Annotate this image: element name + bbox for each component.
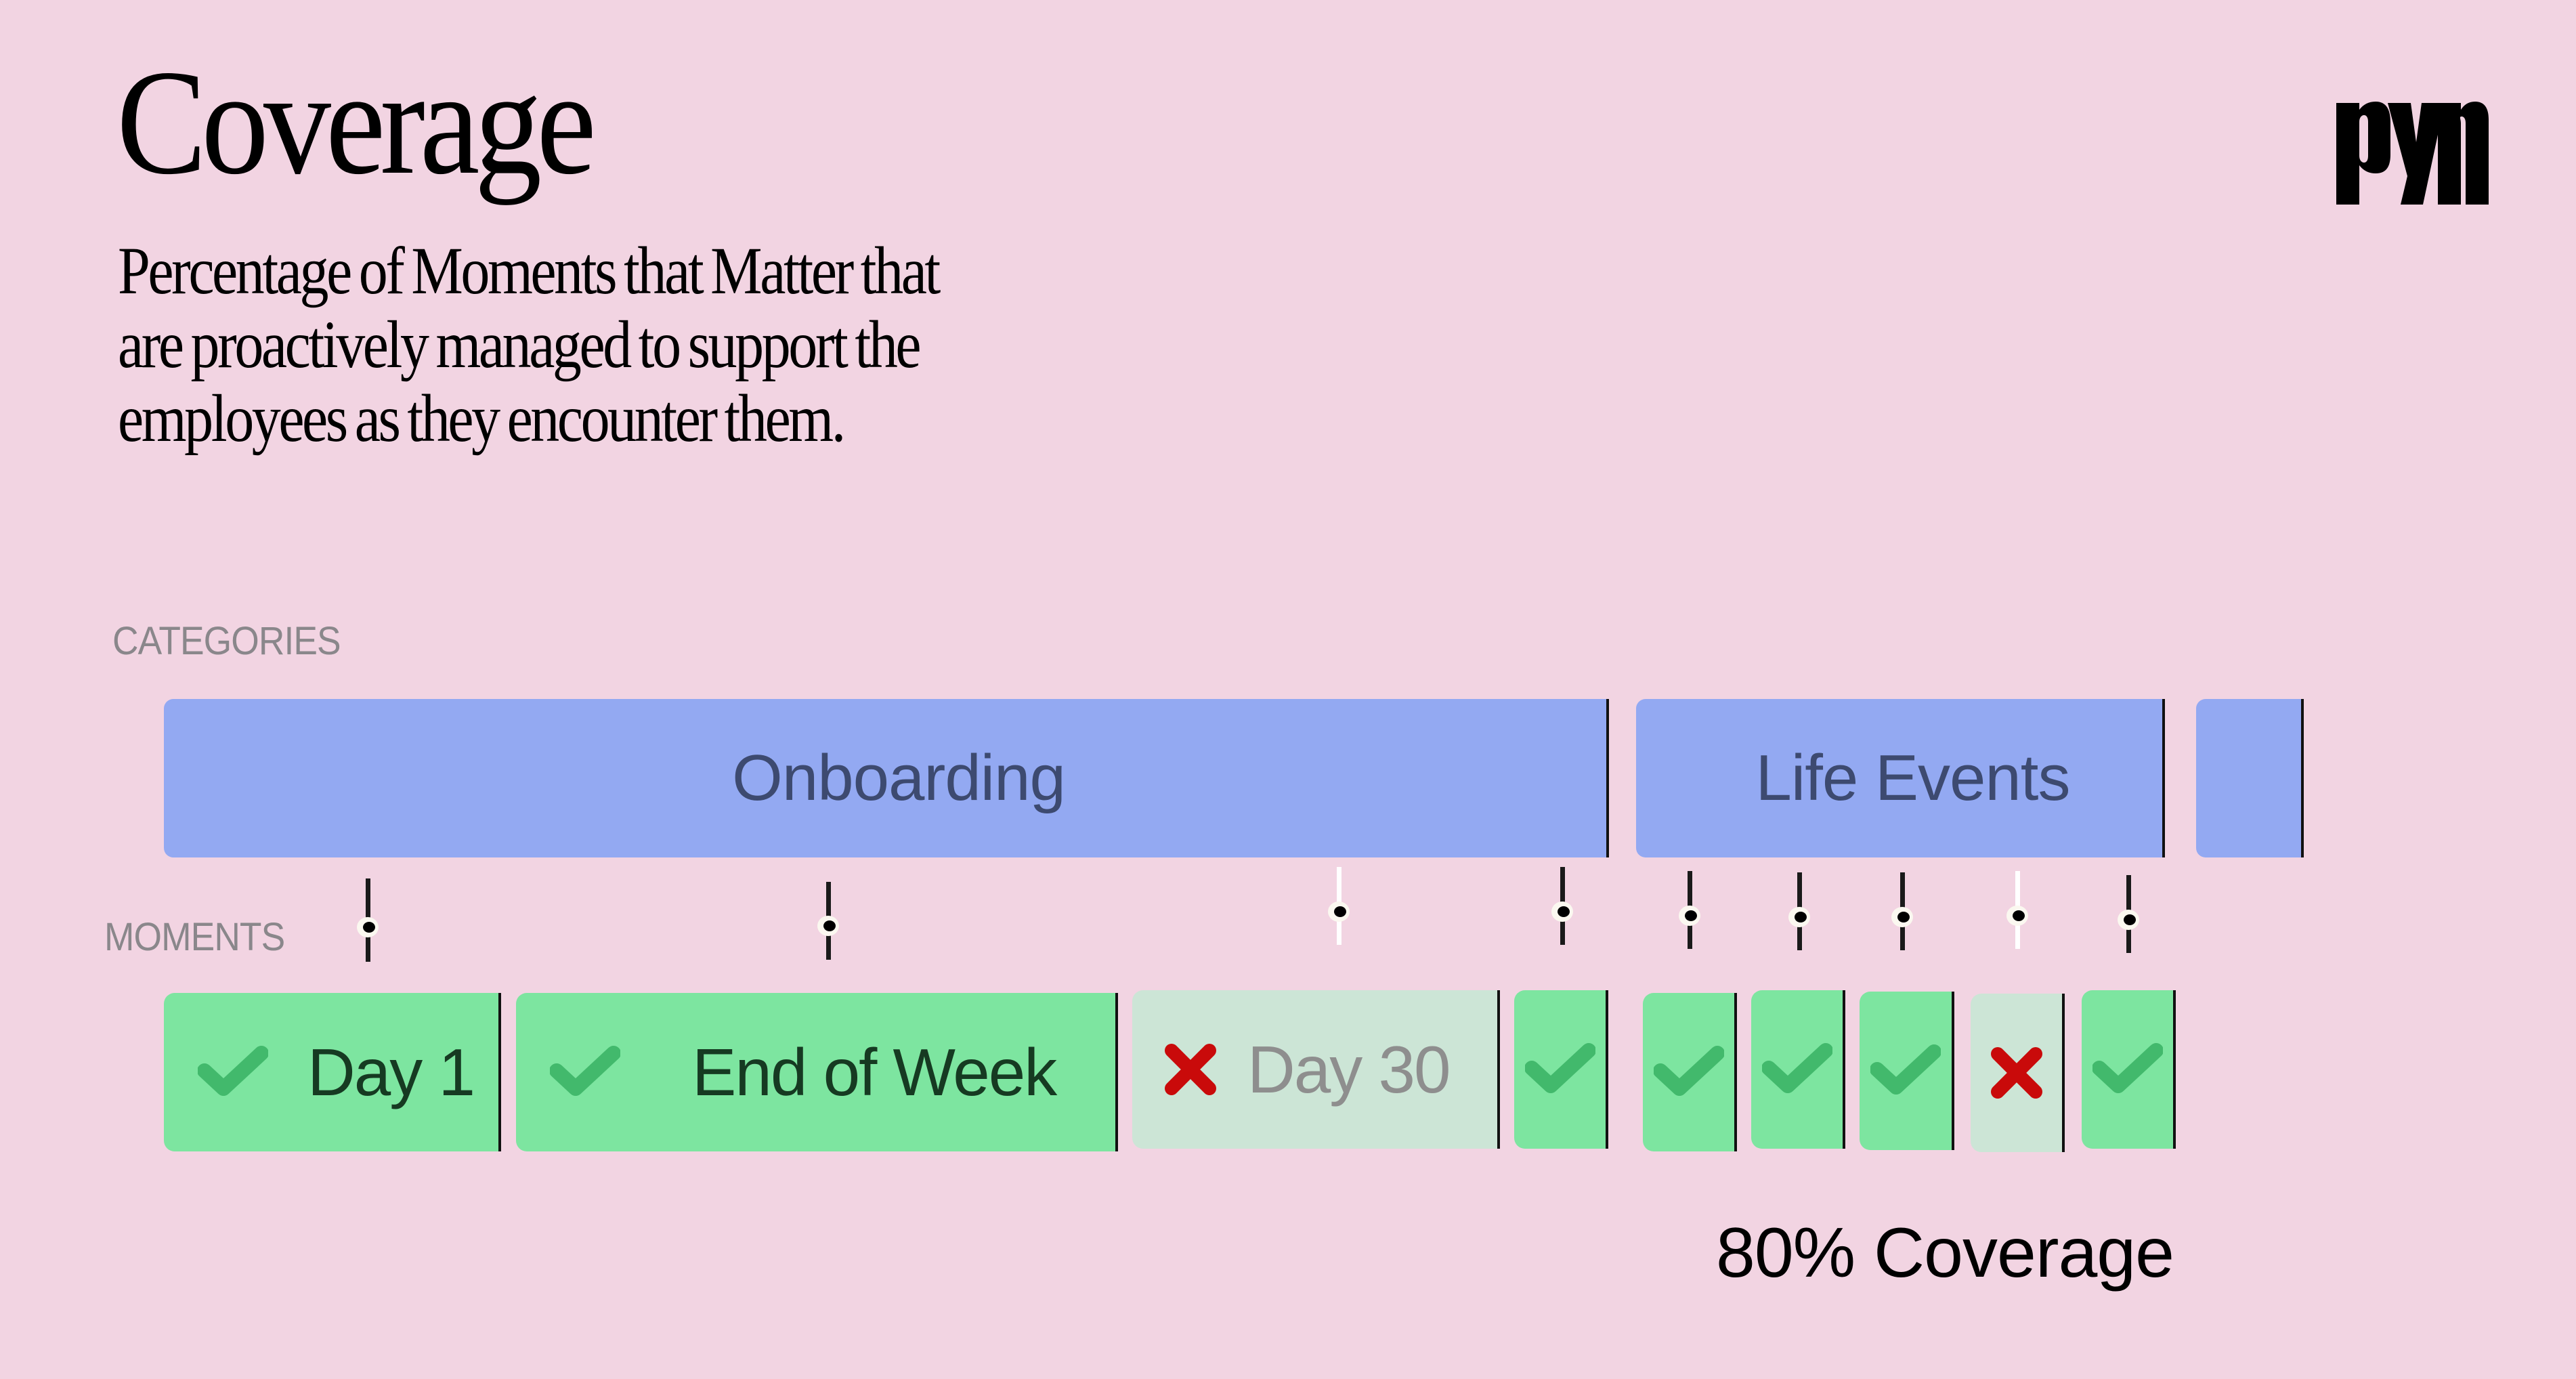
check-icon xyxy=(550,1046,620,1096)
category-bar-unlabeled xyxy=(2196,699,2304,857)
moment-card-missed xyxy=(1971,994,2065,1152)
marker-dot xyxy=(1795,912,1807,922)
moment-card xyxy=(2082,990,2176,1149)
moment-marker xyxy=(1550,867,1574,945)
moment-marker xyxy=(2116,875,2141,953)
description-line: employees as they encounter them. xyxy=(118,381,846,456)
marker-dot xyxy=(2124,914,2136,925)
check-icon xyxy=(2092,1043,2163,1093)
moment-marker xyxy=(1787,872,1811,950)
category-label: Life Events xyxy=(1755,742,2071,814)
coverage-summary: 80% Coverage xyxy=(1716,1214,2174,1292)
marker-dot xyxy=(2013,910,2025,921)
description-line: Percentage of Moments that Matter that xyxy=(118,233,941,308)
page-title: Coverage xyxy=(116,39,597,206)
x-icon xyxy=(1165,1044,1216,1095)
check-icon xyxy=(1524,1043,1595,1093)
moment-card xyxy=(1860,992,1954,1150)
moment-card xyxy=(1643,993,1737,1151)
moment-card xyxy=(1514,990,1608,1149)
marker-dot xyxy=(1334,906,1346,917)
moment-marker xyxy=(356,878,380,962)
moment-label: Day 30 xyxy=(1247,1032,1451,1107)
moment-card xyxy=(1751,990,1845,1149)
moment-label: Day 1 xyxy=(307,1035,475,1109)
moment-card-end-of-week: End of Week xyxy=(516,993,1118,1151)
description-line: are proactively managed to support the xyxy=(118,307,922,382)
moment-marker-missed xyxy=(2005,871,2030,949)
check-icon xyxy=(198,1046,268,1096)
check-icon xyxy=(1653,1046,1724,1096)
category-bar-life-events: Life Events xyxy=(1636,699,2165,857)
marker-dot xyxy=(363,922,375,933)
category-label: Onboarding xyxy=(732,742,1066,814)
check-icon xyxy=(1761,1043,1832,1093)
moment-marker xyxy=(1890,872,1914,950)
marker-dot xyxy=(1685,910,1697,921)
moments-label: MOMENTS xyxy=(104,915,285,959)
check-icon xyxy=(1870,1044,1941,1095)
marker-dot xyxy=(1897,912,1910,922)
moment-card-day-30: Day 30 xyxy=(1132,990,1500,1149)
moment-marker xyxy=(1677,871,1702,949)
categories-label: CATEGORIES xyxy=(112,619,341,663)
moment-card-day-1: Day 1 xyxy=(164,993,501,1151)
page-description: Percentage of Moments that Matter that a… xyxy=(118,233,941,456)
marker-dot xyxy=(1558,906,1570,917)
marker-dot xyxy=(823,920,836,931)
moment-marker xyxy=(816,882,840,960)
pyn-logo xyxy=(2336,102,2489,205)
moment-marker-missed xyxy=(1327,867,1351,945)
x-icon xyxy=(1990,1047,2042,1099)
category-bar-onboarding: Onboarding xyxy=(164,699,1609,857)
moment-label: End of Week xyxy=(692,1035,1057,1109)
